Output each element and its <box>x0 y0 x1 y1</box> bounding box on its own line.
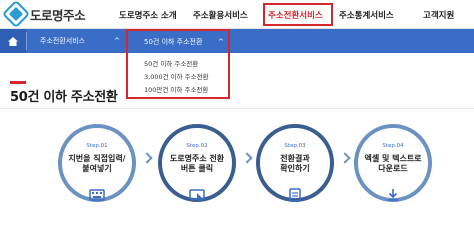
nav-item-support[interactable]: 고객지원 <box>423 0 454 29</box>
chevron-right-icon <box>141 152 153 164</box>
nav-highlight-box <box>263 3 333 26</box>
step-line: 엑셀 및 텍스트로 <box>364 154 422 163</box>
dropdown-option-50[interactable]: 50건 이하 주소전환 <box>144 57 198 69</box>
home-icon <box>8 36 18 46</box>
step-number: Step.04 <box>382 143 404 149</box>
dropdown-option-3000[interactable]: 3,000건 이하 주소전환 <box>144 70 209 82</box>
nav-item-statistics[interactable]: 주소통계서비스 <box>339 0 394 29</box>
step-description: 지번을 직접입력/ 붙여넣기 <box>62 154 132 174</box>
section-divider <box>0 108 474 109</box>
chevron-right-icon <box>339 152 351 164</box>
result-document-icon <box>289 188 301 202</box>
dropdown-menu: 50건 이하 주소전환 3,000건 이하 주소전환 100만건 이하 주소전환 <box>128 53 228 97</box>
chevron-up-icon[interactable]: ^ <box>114 29 120 53</box>
breadcrumb-divider <box>26 32 27 50</box>
step-line: 지번을 직접입력/ <box>68 154 126 163</box>
download-icon <box>388 189 398 201</box>
breadcrumb-section[interactable]: 주소전환서비스 <box>40 29 85 53</box>
step-line: 다운로드 <box>378 164 408 173</box>
cursor-click-icon <box>189 189 205 202</box>
breadcrumb-bar: 주소전환서비스 ^ <box>0 29 474 53</box>
site-logo[interactable]: 도로명주소 <box>1 0 86 29</box>
logo-text: 도로명주소 <box>30 7 86 23</box>
step-description: 전환결과 확인하기 <box>260 154 330 174</box>
step-line: 도로명주소 전환 <box>169 154 225 163</box>
nav-item-utilization[interactable]: 주소활용서비스 <box>193 0 248 29</box>
top-header: 도로명주소 도로명주소 소개 주소활용서비스 주소전환서비스 주소통계서비스 고… <box>0 0 474 29</box>
step-number: Step.01 <box>86 143 108 149</box>
step-line: 전환결과 <box>280 154 310 163</box>
step-number: Step.02 <box>186 143 208 149</box>
breadcrumb-current: 50건 이하 주소전환 <box>144 38 203 46</box>
nav-item-intro[interactable]: 도로명주소 소개 <box>119 0 177 29</box>
chevron-up-icon: ^ <box>218 38 224 46</box>
keyboard-icon <box>89 189 105 201</box>
step-line: 확인하기 <box>280 164 310 173</box>
breadcrumb-dropdown[interactable]: 50건 이하 주소전환 ^ 50건 이하 주소전환 3,000건 이하 주소전환… <box>126 29 230 99</box>
page-title: 50건 이하 주소전환 <box>10 90 118 105</box>
step-description: 엑셀 및 텍스트로 다운로드 <box>358 154 428 174</box>
title-accent-line <box>10 81 26 84</box>
step-description: 도로명주소 전환 버튼 클릭 <box>162 154 232 174</box>
step-line: 붙여넣기 <box>82 164 112 173</box>
home-button[interactable] <box>0 29 26 53</box>
dropdown-option-1000000[interactable]: 100만건 이하 주소전환 <box>144 83 208 95</box>
road-address-logo-icon <box>1 0 31 29</box>
step-number: Step.03 <box>284 143 306 149</box>
dropdown-header[interactable]: 50건 이하 주소전환 ^ <box>128 31 228 53</box>
step-line: 버튼 클릭 <box>180 164 214 173</box>
chevron-right-icon <box>241 152 253 164</box>
